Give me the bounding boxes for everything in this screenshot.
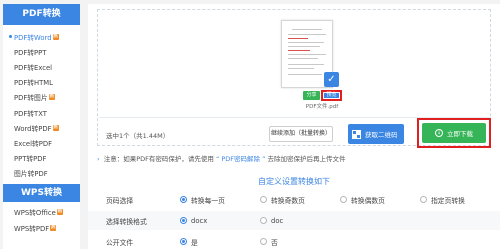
selected-check-icon[interactable]: ✓ xyxy=(324,72,339,87)
active-bullet-icon xyxy=(9,35,12,39)
sidebar-item[interactable]: PDF转Excel xyxy=(3,59,80,74)
radio-icon[interactable] xyxy=(260,217,267,224)
add-more-button[interactable]: 继续添加（批量转换） xyxy=(269,126,333,142)
download-button[interactable]: ↓ 立即下载 xyxy=(422,123,486,143)
radio-option[interactable]: 指定页转换 xyxy=(420,195,490,205)
sidebar-item-label: Excel转PDF xyxy=(14,139,53,148)
notice-suffix: 去除加密保护后再上传文件 xyxy=(267,155,346,163)
radio-label: 否 xyxy=(271,238,278,247)
sidebar-item-label: WPS转Office xyxy=(14,209,56,218)
radio-option[interactable]: 转换每一页 xyxy=(180,195,260,205)
share-button[interactable]: 分享 xyxy=(303,91,320,100)
settings-row-public: 公开文件 是 否 xyxy=(88,232,500,249)
settings-label: 公开文件 xyxy=(106,238,134,247)
selected-info: 选中1个（共1.44M） xyxy=(106,132,170,140)
notice-prefix: 注意：如果PDF有密码保护，请先使用 xyxy=(103,155,214,163)
download-icon: ↓ xyxy=(435,129,443,137)
radio-option[interactable]: 是 xyxy=(180,237,260,247)
radio-icon[interactable] xyxy=(180,238,187,245)
get-qrcode-label: 获取二维码 xyxy=(365,131,398,139)
sidebar-item-label: PDF转PPT xyxy=(14,48,47,57)
get-qrcode-button[interactable]: 获取二维码 xyxy=(348,124,404,144)
radio-option[interactable]: 否 xyxy=(260,237,340,247)
sidebar-item[interactable]: PPT转PDF xyxy=(3,151,80,166)
radio-label: docx xyxy=(191,216,208,225)
radio-option[interactable]: 转换奇数页 xyxy=(260,195,340,205)
notice-text: › 注意：如果PDF有密码保护，请先使用 “ PDF密码解除 ” 去除加密保护后… xyxy=(97,153,346,163)
radio-option[interactable]: 转换偶数页 xyxy=(340,195,420,205)
settings-row-pages: 页码选择 转换每一页 转换奇数页 转换偶数页 指定页转换 xyxy=(88,190,500,209)
sidebar-item[interactable]: PDF转PPT xyxy=(3,44,80,59)
sidebar-item[interactable]: WPS转Office 热 xyxy=(3,205,80,220)
sidebar-item-label: Word转PDF xyxy=(14,124,52,133)
radio-label: 转换奇数页 xyxy=(271,196,305,205)
settings-title: 自定义设置转换如下 xyxy=(258,177,330,186)
file-action-bar: 选中1个（共1.44M） 继续添加（批量转换） 获取二维码 ↓ 立即下载 xyxy=(99,117,491,148)
radio-label: 转换偶数页 xyxy=(351,196,385,205)
hot-badge-icon: 热 xyxy=(56,209,63,216)
sidebar-item[interactable]: PDF转Word 热 xyxy=(3,29,80,44)
sidebar-item-label: PDF转Excel xyxy=(14,63,53,72)
radio-icon[interactable] xyxy=(260,196,267,203)
radio-option[interactable]: doc xyxy=(260,217,340,225)
sidebar-item-label: PDF转TXT xyxy=(14,109,47,118)
sidebar-item[interactable]: PDF转HTML xyxy=(3,75,80,90)
settings-row-format: 选择转换格式 docx doc xyxy=(88,211,500,230)
sidebar-item-label: PDF转Word xyxy=(14,33,52,42)
qrcode-icon xyxy=(352,129,361,139)
radio-label: 转换每一页 xyxy=(191,196,225,205)
sidebar-header-pdf: PDF转换 xyxy=(3,4,80,25)
sidebar: PDF转换 PDF转Word 热 PDF转PPT PDF转Excel PDF转HTML P… xyxy=(3,4,80,249)
sidebar-item[interactable]: PDF转TXT xyxy=(3,105,80,120)
main-panel: ✓ 分享 预览 PDF文件.pdf 选中1个（共1.44M） 继续添加（批量转换… xyxy=(88,4,500,249)
sidebar-item[interactable]: Word转PDF 热 xyxy=(3,120,80,135)
sidebar-header-wps: WPS转换 xyxy=(3,183,80,202)
sidebar-item-label: PPT转PDF xyxy=(14,155,47,164)
radio-icon[interactable] xyxy=(180,217,187,224)
info-arrow-icon: › xyxy=(97,155,100,163)
download-highlight: ↓ 立即下载 xyxy=(417,118,491,148)
radio-label: 是 xyxy=(191,238,198,247)
hot-badge-icon: 热 xyxy=(52,124,59,131)
sidebar-item[interactable]: PDF转图片热 xyxy=(3,90,80,105)
download-label: 立即下载 xyxy=(447,130,473,138)
radio-icon[interactable] xyxy=(180,196,187,203)
upload-area[interactable]: ✓ 分享 预览 PDF文件.pdf 选中1个（共1.44M） 继续添加（批量转换… xyxy=(97,9,491,148)
hot-badge-icon: 热 xyxy=(52,33,59,40)
radio-option[interactable]: docx xyxy=(180,217,260,225)
radio-label: doc xyxy=(271,216,284,225)
sidebar-item-label: 图片转PDF xyxy=(14,170,48,179)
sidebar-item[interactable]: WPS转PDF 热 xyxy=(3,220,80,235)
file-name: PDF文件.pdf xyxy=(305,104,339,110)
preview-button[interactable]: 预览 xyxy=(321,90,342,101)
sidebar-item[interactable]: Excel转PDF xyxy=(3,135,80,150)
pdf-unlock-link[interactable]: “ PDF密码解除 ” xyxy=(216,155,266,163)
hot-badge-icon: 热 xyxy=(48,94,55,101)
settings-label: 页码选择 xyxy=(106,196,134,205)
sidebar-item[interactable]: 图片转PDF xyxy=(3,166,80,181)
sidebar-item-label: PDF转HTML xyxy=(14,79,53,88)
radio-icon[interactable] xyxy=(260,238,267,245)
radio-label: 指定页转换 xyxy=(431,196,465,205)
sidebar-item-label: WPS转PDF xyxy=(14,224,50,233)
hot-badge-icon: 热 xyxy=(50,224,57,231)
sidebar-item-label: PDF转图片 xyxy=(14,94,48,103)
settings-label: 选择转换格式 xyxy=(106,217,147,226)
radio-icon[interactable] xyxy=(340,196,347,203)
radio-icon[interactable] xyxy=(420,196,427,203)
preview-label: 预览 xyxy=(324,93,339,98)
